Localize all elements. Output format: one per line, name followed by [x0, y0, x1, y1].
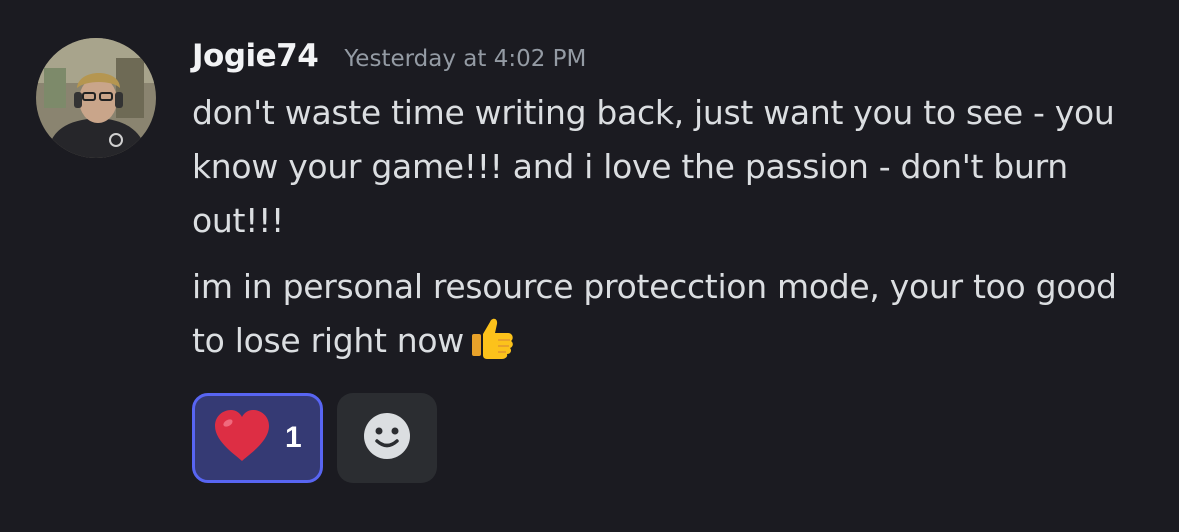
heart-reaction-button[interactable]: 1 — [192, 393, 323, 483]
reaction-count: 1 — [285, 421, 302, 454]
avatar[interactable] — [36, 38, 156, 158]
user-photo — [36, 38, 156, 158]
thumbs-up-icon — [470, 314, 516, 376]
message-paragraph: don't waste time writing back, just want… — [192, 86, 1132, 248]
chat-message: Jogie74 Yesterday at 4:02 PM don't waste… — [0, 0, 1179, 532]
reactions-bar: 1 — [192, 393, 437, 483]
username[interactable]: Jogie74 — [192, 38, 319, 74]
timestamp[interactable]: Yesterday at 4:02 PM — [344, 46, 586, 72]
heart-icon — [213, 409, 271, 467]
smiley-face-icon — [363, 412, 411, 464]
message-paragraph: im in personal resource protecction mode… — [192, 260, 1132, 376]
add-reaction-button[interactable] — [337, 393, 437, 483]
message-header: Jogie74 Yesterday at 4:02 PM — [192, 38, 1152, 82]
message-text: don't waste time writing back, just want… — [192, 93, 1115, 240]
message-text: im in personal resource protecction mode… — [192, 267, 1117, 360]
message-body: Jogie74 Yesterday at 4:02 PM don't waste… — [192, 38, 1152, 376]
